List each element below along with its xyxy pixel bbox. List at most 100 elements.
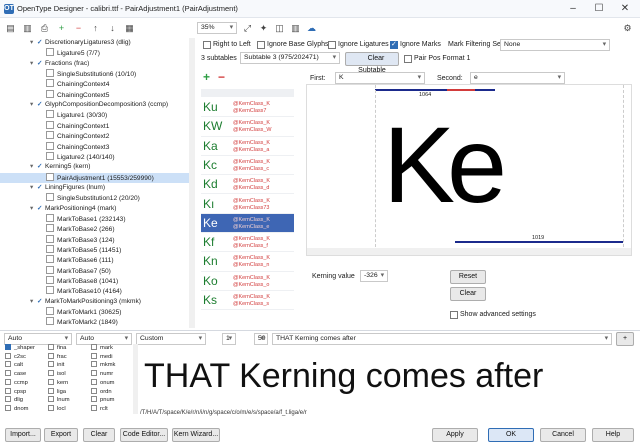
kern-wizard-button[interactable]: Kern Wizard...	[172, 428, 220, 442]
ignore-base-glyphs-checkbox[interactable]	[257, 41, 265, 49]
tree-item[interactable]: MarkToMark1 (30625)	[0, 307, 189, 318]
feature-checkbox[interactable]	[91, 387, 97, 394]
tree-item[interactable]: ChainingContext4	[0, 79, 189, 90]
close-icon[interactable]: ✕	[612, 1, 638, 16]
layout-icon[interactable]: ▥	[289, 22, 302, 34]
feature-checkbox[interactable]	[5, 387, 11, 394]
tree-item[interactable]: Ligature1 (30/30)	[0, 110, 189, 121]
check-icon[interactable]: ✓	[37, 183, 45, 194]
pair-row[interactable]: KW @KernClass_K @KernClass_W	[201, 117, 294, 137]
tree-item[interactable]: SingleSubstitution6 (10/10)	[0, 69, 189, 80]
feature-toggle[interactable]: fina	[48, 344, 66, 353]
second-glyph-select[interactable]: e	[470, 72, 565, 84]
feature-checkbox[interactable]	[91, 344, 97, 350]
feature-checkbox[interactable]	[48, 387, 54, 394]
preview-hscrollbar[interactable]	[307, 248, 631, 255]
feature-toggle[interactable]: rclt	[91, 404, 108, 414]
help-button[interactable]: Help	[592, 428, 634, 442]
tree-item[interactable]: ▾ ✓ Kerning5 (kern)	[0, 162, 189, 173]
pair-row[interactable]: Kc @KernClass_K @KernClass_c	[201, 156, 294, 176]
feature-checkbox[interactable]	[91, 404, 97, 411]
fit-icon[interactable]: ⤢	[241, 22, 254, 34]
add-pair-icon[interactable]: +	[203, 70, 210, 84]
minimize-icon[interactable]: –	[560, 1, 586, 16]
tree-item[interactable]: MarkToBase7 (50)	[0, 265, 189, 277]
feature-checkbox[interactable]	[91, 370, 97, 377]
feature-toggle[interactable]: init	[48, 361, 64, 370]
feature-checkbox[interactable]	[91, 352, 97, 359]
feature-toggle[interactable]: frac	[48, 352, 67, 362]
settings-icon[interactable]: ⚙	[621, 22, 634, 34]
pair-row[interactable]: Kı @KernClass_K @KernClass73	[201, 195, 294, 214]
tree-item[interactable]: ChainingContext1	[0, 120, 189, 132]
feature-checkbox[interactable]	[48, 370, 54, 377]
feature-toggle[interactable]: onum	[91, 378, 115, 388]
cloud-icon[interactable]: ☁	[305, 22, 318, 34]
tree-item[interactable]: ▾ ✓ Fractions (frac)	[0, 59, 189, 70]
clear-button[interactable]: Clear	[83, 428, 115, 442]
reset-button[interactable]: Reset	[450, 270, 486, 284]
ignore-ligatures-checkbox[interactable]	[328, 41, 336, 49]
feature-checkbox[interactable]	[91, 361, 97, 368]
feature-scrollbar[interactable]	[133, 344, 138, 414]
tree-item[interactable]: ChainingContext3	[0, 141, 189, 153]
sample-text-select[interactable]: THAT Kerning comes after	[272, 333, 612, 345]
expand-icon[interactable]: ▾	[30, 162, 37, 173]
feature-toggle[interactable]: medi	[91, 352, 113, 362]
apply-button[interactable]: Apply	[432, 428, 478, 442]
check-icon[interactable]: ✓	[37, 204, 45, 215]
export-icon[interactable]: ⎙	[38, 22, 51, 34]
ignore-marks-checkbox[interactable]	[390, 40, 398, 49]
tree-item[interactable]: MarkToBase3 (124)	[0, 234, 189, 246]
pair-row[interactable]: Ks @KernClass_K @KernClass_s	[201, 291, 294, 311]
feature-toggle[interactable]: _shaper	[5, 344, 35, 353]
tree-item[interactable]: ▾ ✓ LiningFigures (lnum)	[0, 183, 189, 194]
tree-scrollbar[interactable]	[189, 38, 195, 328]
move-up-icon[interactable]: ↑	[89, 22, 102, 34]
feature-toggle[interactable]: dnom	[5, 404, 29, 414]
check-icon[interactable]: ✓	[37, 162, 45, 173]
feature-toggle[interactable]: mark	[91, 344, 113, 353]
pair-row[interactable]: Ka @KernClass_K @KernClass_a	[201, 137, 294, 156]
tree-item[interactable]: MarkToBase8 (1041)	[0, 276, 189, 287]
feature-toggle[interactable]: dlig	[5, 396, 23, 405]
dropdown-menu-icon[interactable]: ▦	[123, 22, 136, 34]
pair-row[interactable]: Kd @KernClass_K @KernClass_d	[201, 175, 294, 195]
save-icon[interactable]: ▥	[21, 22, 34, 34]
first-glyph-select[interactable]: K	[335, 72, 425, 84]
expand-icon[interactable]: ▾	[30, 183, 37, 194]
expand-icon[interactable]: ▾	[30, 38, 37, 49]
check-icon[interactable]: ✓	[37, 297, 45, 308]
expand-icon[interactable]: ▾	[30, 59, 37, 70]
code-editor-button[interactable]: Code Editor...	[120, 428, 168, 442]
add-sample-button[interactable]: +	[616, 332, 634, 346]
feature-toggle[interactable]: isol	[48, 370, 66, 379]
feature-toggle[interactable]: mkmk	[91, 361, 115, 370]
feature-checkbox[interactable]	[48, 396, 54, 403]
feature-checkbox[interactable]	[5, 396, 11, 403]
feature-checkbox[interactable]	[48, 378, 54, 385]
expand-icon[interactable]: ▾	[30, 204, 37, 215]
tree-item[interactable]: ▾ ✓ MarkToMarkPositioning3 (mkmk)	[0, 297, 189, 308]
pair-row[interactable]: Ke @KernClass_K @KernClass_e	[201, 213, 294, 234]
feature-toggle[interactable]: ordn	[91, 387, 112, 397]
tree-item[interactable]: ▾ ✓ GlyphCompositionDecomposition3 (ccmp)	[0, 100, 189, 111]
tree-item[interactable]: MarkToBase1 (232143)	[0, 213, 189, 225]
feature-checkbox[interactable]	[5, 352, 11, 359]
feature-checkbox[interactable]	[48, 361, 54, 368]
remove-pair-icon[interactable]: −	[218, 70, 225, 84]
zoom-select[interactable]: 35%	[197, 22, 237, 34]
feature-toggle[interactable]: case	[5, 370, 26, 379]
pair-row[interactable]: Kn @KernClass_K @KernClass_n	[201, 252, 294, 272]
expand-icon[interactable]: ▾	[30, 100, 37, 111]
feature-checkbox[interactable]	[5, 370, 11, 377]
ok-button[interactable]: OK	[488, 428, 534, 442]
tree-item[interactable]: ChainingContext5	[0, 89, 189, 101]
pair-pos-format-checkbox[interactable]	[404, 55, 412, 63]
feature-toggle[interactable]: kern	[48, 378, 68, 388]
expand-icon[interactable]: ▾	[30, 297, 37, 308]
pair-row[interactable]: Ko @KernClass_K @KernClass_o	[201, 272, 294, 291]
tree-item[interactable]: MarkToMark2 (1849)	[0, 317, 189, 328]
tree-item[interactable]: ▾ ✓ MarkPositioning4 (mark)	[0, 204, 189, 215]
check-icon[interactable]: ✓	[37, 100, 45, 111]
